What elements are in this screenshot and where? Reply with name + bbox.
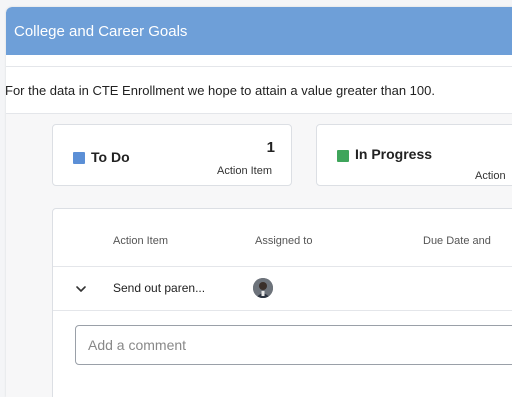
user-avatar-icon xyxy=(253,278,273,298)
todo-color-swatch xyxy=(73,152,85,164)
column-header-assigned-to[interactable]: Assigned to xyxy=(255,235,312,247)
action-items-table: Action Item Assigned to Due Date and Sen… xyxy=(52,208,512,397)
todo-sub-label: Action Item xyxy=(217,165,273,177)
goal-title: College and Career Goals xyxy=(14,22,188,40)
goal-description: For the data in CTE Enrollment we hope t… xyxy=(6,83,435,98)
column-header-due-date[interactable]: Due Date and xyxy=(423,235,491,247)
goal-description-row: For the data in CTE Enrollment we hope t… xyxy=(6,66,512,114)
comment-input[interactable] xyxy=(76,326,512,364)
goal-header: College and Career Goals xyxy=(6,7,512,55)
todo-count: 1 xyxy=(266,139,275,156)
in-progress-color-swatch xyxy=(337,150,349,162)
goal-card: College and Career Goals For the data in… xyxy=(6,7,512,397)
in-progress-label: In Progress xyxy=(355,146,433,162)
todo-label: To Do xyxy=(91,149,130,165)
status-card-in-progress[interactable]: In Progress Action xyxy=(316,124,512,186)
comment-field[interactable] xyxy=(75,325,512,365)
chevron-down-icon[interactable] xyxy=(75,283,87,295)
in-progress-sub-label: Action xyxy=(475,170,506,182)
action-plan-panel: To Do 1 Action Item In Progress Action A… xyxy=(6,114,512,397)
column-header-action-item[interactable]: Action Item xyxy=(113,235,168,247)
table-row[interactable]: Send out paren... xyxy=(53,266,512,311)
action-item-name[interactable]: Send out paren... xyxy=(113,281,205,295)
status-card-todo[interactable]: To Do 1 Action Item xyxy=(52,124,292,186)
assignee-avatar[interactable] xyxy=(253,278,273,298)
